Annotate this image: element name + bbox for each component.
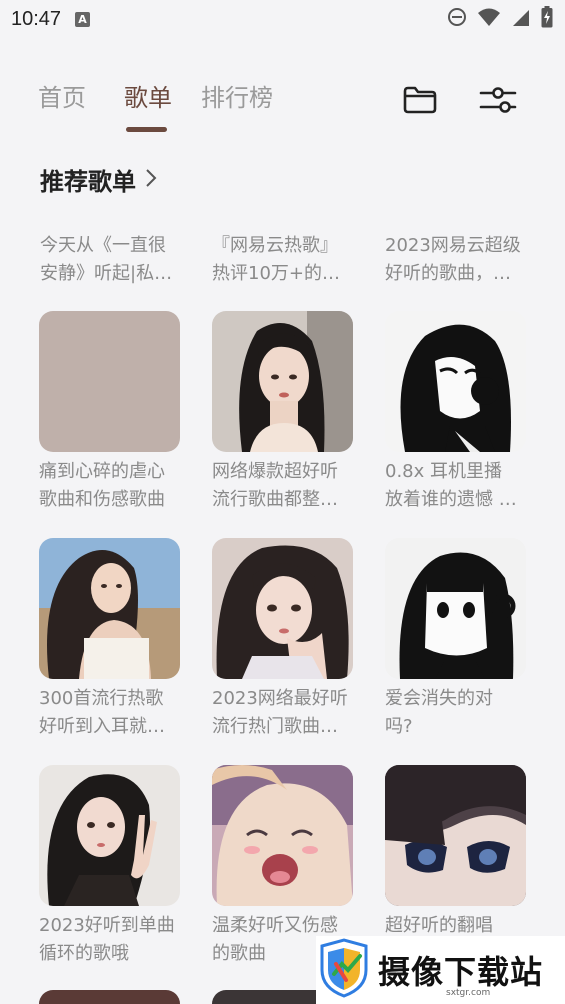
recommended-playlists-header[interactable]: 推荐歌单 bbox=[40, 162, 158, 197]
playlist-title[interactable]: 『网易云热歌』 热评10万+的… bbox=[212, 232, 357, 288]
watermark: 摄像下载站 sxtgr.com bbox=[316, 936, 565, 1004]
playlist-card[interactable]: 爱会消失的对 吗? bbox=[385, 538, 526, 741]
playlist-cover[interactable] bbox=[39, 538, 180, 679]
playlist-title: 300首流行热歌 好听到入耳就… bbox=[39, 688, 165, 737]
section-title: 推荐歌单 bbox=[40, 168, 136, 196]
playlist-title: 0.8x 耳机里播 放着谁的遗憾 … bbox=[385, 461, 517, 510]
playlist-title: 痛到心碎的虐心 歌曲和伤感歌曲 bbox=[39, 461, 165, 510]
wifi-icon bbox=[477, 7, 501, 31]
playlist-cover[interactable] bbox=[385, 538, 526, 679]
playlist-title[interactable]: 今天从《一直很 安静》听起|私… bbox=[40, 232, 185, 288]
battery-icon bbox=[541, 6, 553, 32]
playlist-cover[interactable] bbox=[212, 990, 316, 1004]
playlist-card[interactable]: 0.8x 耳机里播 放着谁的遗憾 … bbox=[385, 311, 526, 514]
playlist-card[interactable]: 2023好听到单曲 循环的歌哦 bbox=[39, 765, 180, 968]
playlist-cover[interactable] bbox=[385, 311, 526, 452]
playlist-card[interactable]: 痛到心碎的虐心 歌曲和伤感歌曲 bbox=[39, 311, 180, 514]
playlist-cover[interactable] bbox=[212, 765, 353, 906]
playlist-cover[interactable] bbox=[39, 765, 180, 906]
status-bar: 10:47 A bbox=[0, 0, 565, 38]
playlist-title[interactable]: 2023网易云超级 好听的歌曲，… bbox=[385, 232, 530, 288]
chevron-right-icon bbox=[144, 167, 158, 193]
do-not-disturb-icon bbox=[447, 7, 467, 31]
playlist-cover[interactable] bbox=[385, 765, 526, 906]
status-time: 10:47 bbox=[11, 7, 62, 30]
folder-icon[interactable] bbox=[400, 80, 440, 120]
top-tab-bar: 首页 歌单 排行榜 bbox=[0, 70, 565, 132]
filter-sliders-icon[interactable] bbox=[478, 80, 518, 120]
signal-icon bbox=[511, 7, 531, 31]
playlist-title: 2023网络最好听 流行热门歌曲… bbox=[212, 688, 348, 737]
playlist-cover[interactable] bbox=[212, 538, 353, 679]
playlist-title: 网络爆款超好听 流行歌曲都整… bbox=[212, 461, 338, 510]
playlist-card[interactable]: 2023网络最好听 流行热门歌曲… bbox=[212, 538, 353, 741]
tab-home[interactable]: 首页 bbox=[38, 78, 86, 113]
watermark-text: 摄像下载站 bbox=[378, 953, 544, 991]
playlist-cover[interactable] bbox=[39, 990, 180, 1004]
tab-playlists[interactable]: 歌单 bbox=[124, 78, 172, 113]
playlist-title: 2023好听到单曲 循环的歌哦 bbox=[39, 915, 175, 964]
notification-icon: A bbox=[75, 11, 91, 27]
tab-charts[interactable]: 排行榜 bbox=[201, 78, 273, 113]
active-tab-indicator bbox=[126, 127, 167, 132]
playlist-cover[interactable] bbox=[39, 311, 180, 452]
watermark-logo-icon bbox=[316, 938, 372, 1002]
playlist-card[interactable]: 300首流行热歌 好听到入耳就… bbox=[39, 538, 180, 741]
watermark-url: sxtgr.com bbox=[446, 988, 491, 998]
playlist-title: 爱会消失的对 吗? bbox=[385, 688, 493, 737]
playlist-cover[interactable] bbox=[212, 311, 353, 452]
playlist-card[interactable]: 网络爆款超好听 流行歌曲都整… bbox=[212, 311, 353, 514]
